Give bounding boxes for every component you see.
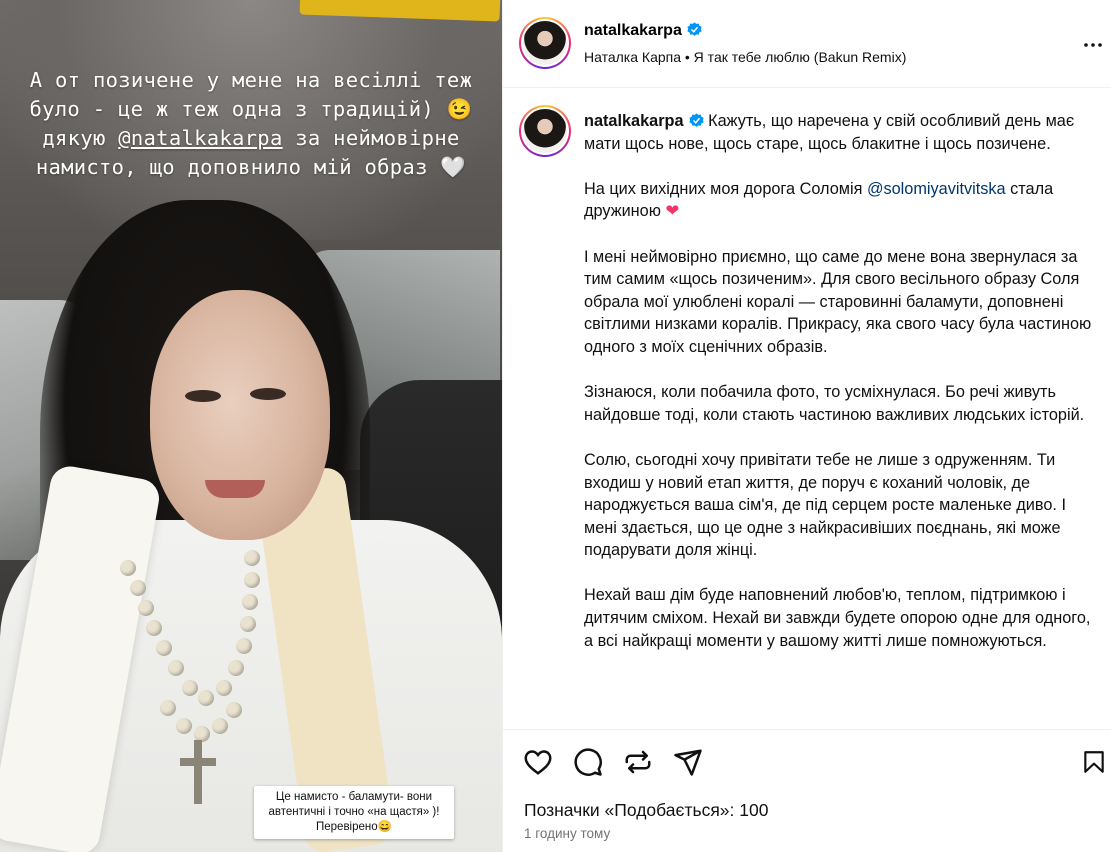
caption-paragraph-2-start: На цих вихідних моя дорога Соломія [584,179,867,198]
story-line-1: А от позичене у мене на весіллі теж [29,68,473,92]
story-line-3: дякую @natalkakarpa за неймовірне [26,124,476,153]
story-line-3-start: дякую [42,126,119,150]
caption-paragraph-6: Нехай ваш дім буде наповнений любов'ю, т… [584,586,1091,650]
eye-left [185,390,221,402]
heart-emoji: ❤ [665,202,680,221]
caption-avatar[interactable] [519,105,571,157]
caption-paragraph-3: І мені неймовірно приємно, що саме до ме… [584,247,1092,356]
verified-icon [687,22,702,36]
save-icon[interactable] [1081,747,1107,777]
more-icon[interactable] [1081,33,1105,53]
caption-text: natalkakarpa Кажуть, що наречена у свій … [584,110,1099,675]
mouth [205,480,265,498]
story-sticker-text: Це намисто - баламути- вони автентичні і… [254,786,454,839]
likes-count[interactable]: Позначки «Подобається»: 100 [524,800,768,821]
post-side-panel: natalkakarpa Наталка Карпа • Я так тебе … [502,0,1111,852]
post-timestamp[interactable]: 1 годину тому [524,826,610,841]
audio-track[interactable]: Наталка Карпа • Я так тебе люблю (Bakun … [584,49,906,65]
heart-icon[interactable] [523,747,553,777]
send-icon[interactable] [673,747,703,777]
post-header: natalkakarpa Наталка Карпа • Я так тебе … [503,0,1111,88]
caption-username[interactable]: natalkakarpa [584,112,684,130]
avatar[interactable] [519,17,571,69]
post-media[interactable]: А от позичене у мене на весіллі теж було… [0,0,502,852]
coral-necklace [120,550,260,750]
caption-paragraph-4: Зізнаюся, коли побачила фото, то усміхну… [584,383,1085,424]
story-line-3-end: за неймовірне [282,126,460,150]
header-username[interactable]: natalkakarpa [584,22,682,39]
action-bar: Позначки «Подобається»: 100 1 годину том… [503,729,1111,852]
header-name-line: natalkakarpa [584,22,702,40]
story-mention: @natalkakarpa [118,126,283,150]
caption-mention[interactable]: @solomiyavitvitska [867,180,1006,198]
story-overlay-text: А от позичене у мене на весіллі теж було… [26,66,476,182]
face [150,290,330,540]
pendant-cross [180,740,216,804]
comment-icon[interactable] [573,747,603,777]
caption-paragraph-5: Солю, сьогодні хочу привітати тебе не ли… [584,450,1066,560]
eye-right [250,388,286,400]
verified-icon [688,113,704,127]
story-line-2: було - це ж теж одна з традицій) 😉 [29,97,473,121]
caption-area: natalkakarpa Кажуть, що наречена у свій … [503,89,1111,729]
story-line-4: намисто, що доповнило мій образ 🤍 [35,155,467,179]
share-icon[interactable] [623,747,653,777]
